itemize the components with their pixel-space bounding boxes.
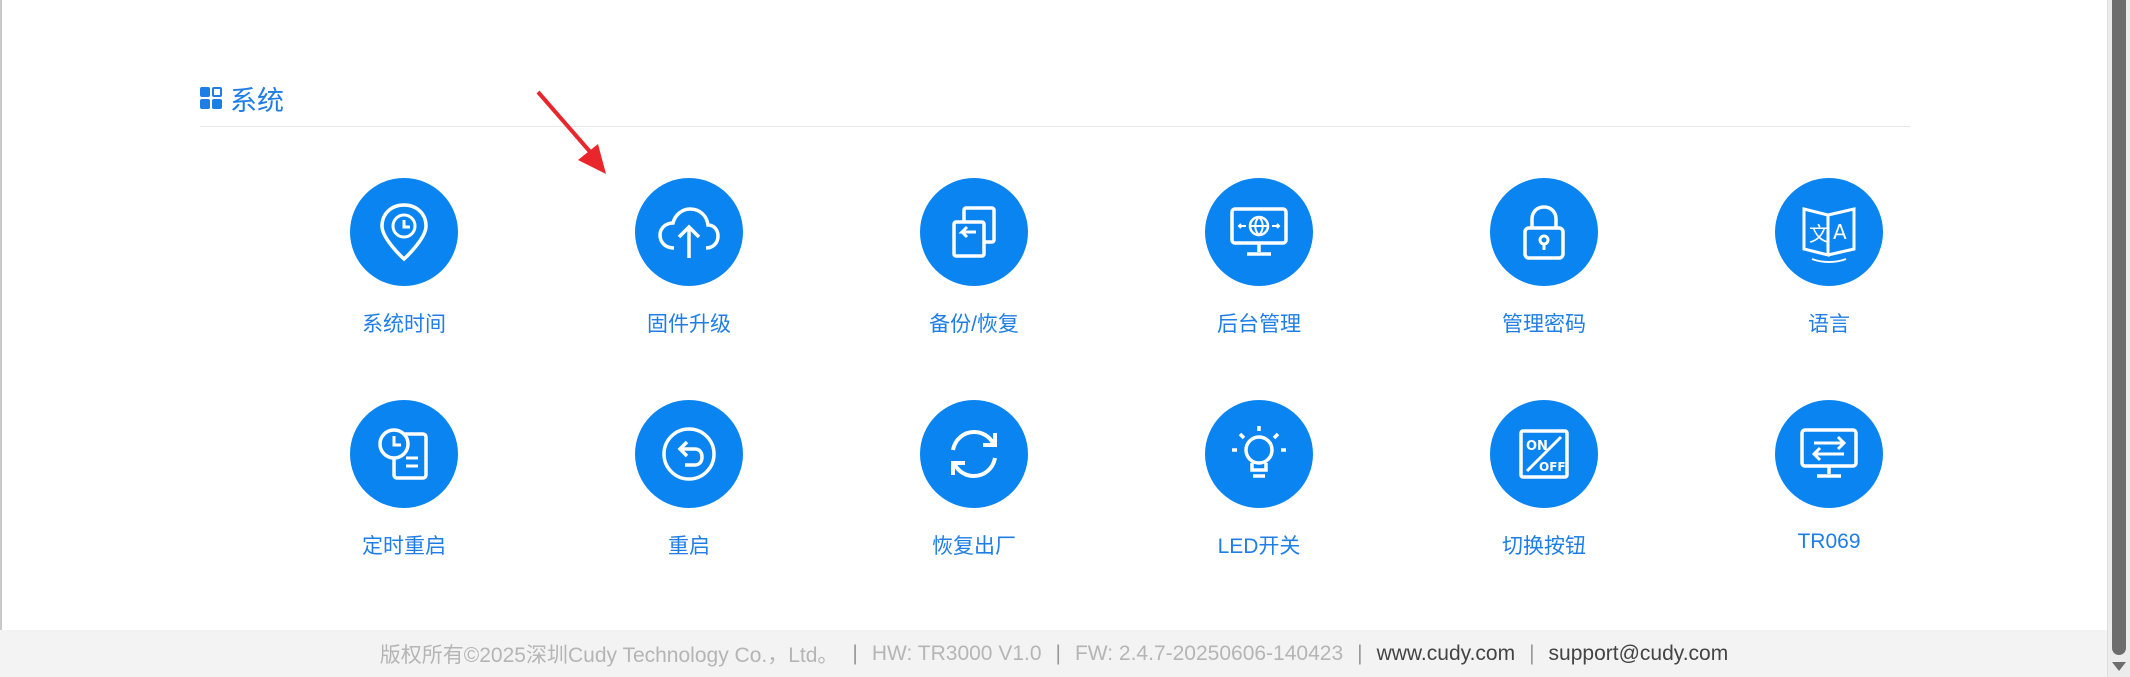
clock-schedule-icon	[350, 400, 458, 508]
section-title: 系统	[230, 85, 284, 116]
tile-label: 固件升级	[647, 313, 731, 336]
tile-label: 后台管理	[1217, 313, 1301, 336]
tile-language[interactable]: 文A 语言	[1719, 178, 1939, 338]
system-section: 系统 系统时间 固件升级 备份/恢复 后台管理 管理密码 文 A 语言 定时重启…	[200, 78, 1910, 558]
section-header: 系统	[200, 78, 1910, 118]
tile-reboot[interactable]: 重启	[579, 400, 799, 560]
lock-icon	[1490, 178, 1598, 286]
tile-toggle-button[interactable]: ON OFF 切换按钮	[1434, 400, 1654, 560]
annotation-arrow-icon	[536, 90, 606, 174]
scrollbar-thumb[interactable]	[2112, 0, 2126, 655]
footer-separator: |	[1529, 641, 1535, 665]
on-off-switch-icon: ON OFF	[1490, 400, 1598, 508]
cloud-upload-icon	[635, 178, 743, 286]
light-bulb-icon	[1205, 400, 1313, 508]
tile-label: 系统时间	[362, 313, 446, 336]
footer-email-link[interactable]: support@cudy.com	[1549, 642, 1729, 666]
vertical-scrollbar[interactable]	[2107, 0, 2130, 677]
tile-firmware-upgrade[interactable]: 固件升级	[579, 178, 799, 338]
tile-label: 重启	[668, 535, 710, 558]
tile-label: LED开关	[1217, 535, 1301, 558]
svg-text:文: 文	[1809, 222, 1829, 246]
svg-text:OFF: OFF	[1539, 460, 1566, 474]
footer-fw-version: FW: 2.4.7-20250606-140423	[1074, 641, 1344, 665]
tile-label: 备份/恢复	[929, 313, 1019, 336]
tile-admin-password[interactable]: 管理密码	[1434, 178, 1654, 338]
restart-icon	[635, 400, 743, 508]
tile-scheduled-reboot[interactable]: 定时重启	[294, 400, 514, 560]
footer: 版权所有©2025深圳Cudy Technology Co.，Ltd。 | HW…	[0, 630, 2108, 677]
window-left-border	[0, 0, 2, 630]
svg-text:ON: ON	[1526, 439, 1548, 454]
svg-text:A: A	[1833, 220, 1847, 244]
translate-icon: 文A	[1775, 178, 1883, 286]
tile-system-time[interactable]: 系统时间	[294, 178, 514, 338]
tile-led-switch[interactable]: LED开关	[1149, 400, 1369, 560]
backup-restore-icon	[920, 178, 1028, 286]
footer-separator: |	[1055, 641, 1061, 665]
tile-label: 管理密码	[1502, 313, 1586, 336]
tile-label: 定时重启	[362, 535, 446, 558]
footer-separator: |	[1357, 641, 1363, 665]
tile-label: TR069	[1797, 530, 1861, 553]
section-divider	[200, 126, 1910, 127]
tile-label: 恢复出厂	[932, 535, 1016, 558]
footer-copyright: 版权所有©2025深圳Cudy Technology Co.，Ltd。	[379, 643, 839, 667]
grid-icon	[200, 87, 222, 109]
tile-admin-management[interactable]: 后台管理	[1149, 178, 1369, 338]
tile-factory-reset[interactable]: 恢复出厂	[864, 400, 1084, 560]
tile-backup-restore[interactable]: 备份/恢复	[864, 178, 1084, 338]
monitor-arrows-icon	[1775, 400, 1883, 508]
scroll-down-arrow-icon[interactable]	[2112, 662, 2126, 671]
tile-label: 语言	[1808, 313, 1850, 336]
footer-hw-version: HW: TR3000 V1.0	[871, 641, 1042, 665]
tile-tr069[interactable]: TR069	[1719, 400, 1939, 554]
monitor-globe-icon	[1205, 178, 1313, 286]
footer-website-link[interactable]: www.cudy.com	[1377, 642, 1515, 666]
tile-label: 切换按钮	[1502, 535, 1586, 558]
refresh-icon	[920, 400, 1028, 508]
footer-separator: |	[852, 641, 858, 665]
location-clock-icon	[350, 178, 458, 286]
